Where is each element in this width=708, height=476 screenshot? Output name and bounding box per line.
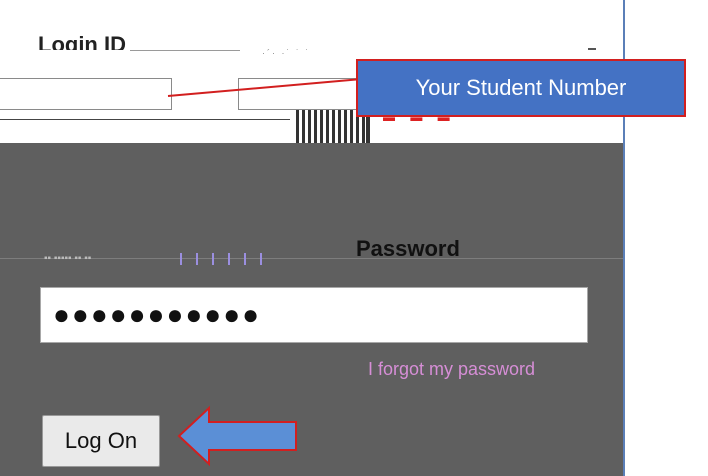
left-arrow-icon (177, 405, 297, 467)
divider (588, 48, 596, 50)
password-label: Password (356, 238, 460, 258)
forgot-password-link[interactable]: I forgot my password (368, 359, 535, 380)
stripe-artifact (180, 253, 276, 265)
password-input[interactable]: ●●●●●●●●●●● (40, 287, 588, 343)
login-id-input-fragment[interactable] (0, 78, 172, 110)
login-id-label: Login ID (38, 32, 126, 50)
divider (130, 50, 240, 51)
password-section: ▪▪ ▪▪▪▪▪ ▪▪ ▪▪ Password ●●●●●●●●●●● I fo… (0, 143, 623, 476)
student-number-callout: Your Student Number (356, 59, 686, 117)
divider (0, 119, 290, 120)
noise-dots: ·´· ·˙ ˙ ˙ (262, 48, 311, 58)
log-on-button[interactable]: Log On (42, 415, 160, 467)
